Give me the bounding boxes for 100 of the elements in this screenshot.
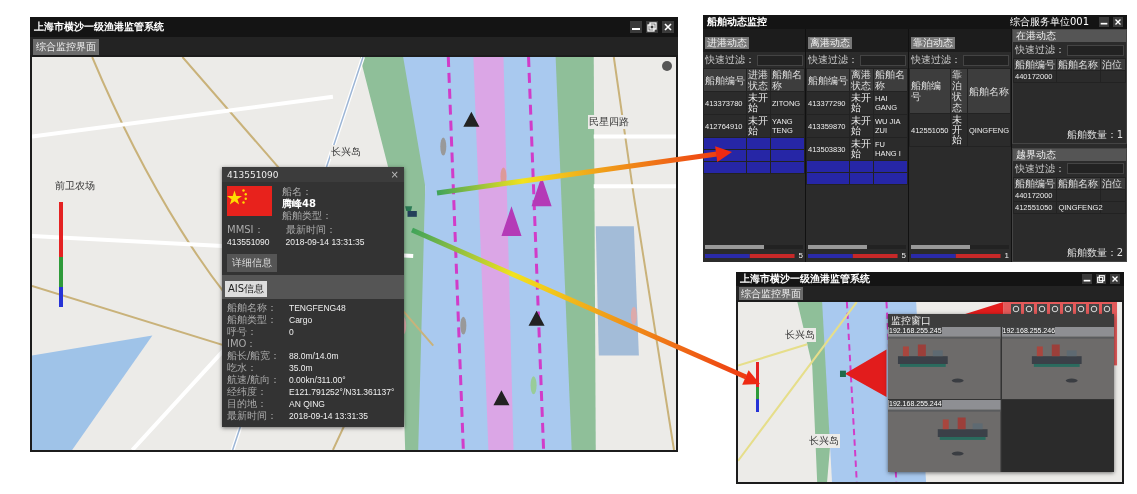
field-label: 船长/船宽： [227,350,282,362]
popup-title: 413551090 [227,169,279,180]
field-label: 航速/航向： [227,374,282,386]
minimize-icon[interactable] [630,21,642,33]
field-label: MMSI： [227,224,265,236]
toolbar-icon[interactable] [1050,304,1060,314]
map-label: 长兴岛 [330,145,362,159]
window-title: 监控窗口 [891,315,931,326]
column-header: 进港状态 [746,68,771,92]
ship-count: 5 [901,251,906,260]
filter-label: 快速过滤： [808,53,858,67]
scrollbar[interactable] [911,245,1009,249]
table-cell: 未开始 [746,91,771,115]
table-cell: 未开始 [950,113,968,147]
toolbar-icon[interactable] [1063,304,1073,314]
tab[interactable]: 综合监控界面 [739,287,803,300]
tab[interactable]: 综合监控界面 [33,39,99,55]
field-value: Cargo [289,314,314,326]
column-header: 船舶名称 [1056,177,1101,189]
column-header: 船舶名称 [1056,58,1101,71]
close-icon[interactable] [1113,17,1123,27]
status-legend-icon [911,253,1001,258]
field-value: 0 [289,326,295,338]
toolbar-icon[interactable] [1037,304,1047,314]
minimize-icon[interactable] [1099,17,1109,27]
column-header: 泊位 [1100,177,1126,189]
panel-title: 在港动态 [1016,30,1056,41]
restore-icon[interactable] [646,21,658,33]
close-icon[interactable] [1110,274,1120,284]
map-label: 长兴岛 [784,328,816,342]
column-header: 船舶编号 [909,68,951,114]
filter-field[interactable] [860,54,906,66]
close-button[interactable]: × [390,169,399,180]
table-cell: 未开始 [849,137,874,161]
camera-icon[interactable] [839,370,846,377]
map-label: 前卫农场 [54,179,96,193]
field-label: 船舶名称： [227,302,278,314]
column-header: 船舶名称 [967,68,1011,114]
column-header: 船舶编号 [1013,177,1057,189]
table-cell: 未开始 [849,114,874,138]
restore-icon[interactable] [1096,274,1106,284]
field-value: E121.791252°/N31.361137° [289,386,396,398]
map-label: 长兴岛 [808,434,840,448]
filter-label: 快速过滤： [1015,43,1065,57]
field-value: 2018-09-14 13:31:35 [285,236,365,248]
panel-tab[interactable]: 离港动态 [808,37,852,49]
field-label: 船名： [282,186,313,198]
toolbar-icon[interactable] [1089,304,1099,314]
scrollbar[interactable] [808,245,906,249]
field-label: 船舶类型： [227,314,278,326]
details-button[interactable]: 详细信息 [227,254,277,272]
minimize-icon[interactable] [1082,274,1092,284]
field-label: 船舶类型： [282,210,332,222]
column-header: 船舶编号 [1013,58,1057,71]
filter-label: 快速过滤： [1015,161,1065,176]
ship-count: 船舶数量：1 [1066,128,1123,140]
table-cell: 未开始 [746,114,771,138]
field-label: 最新时间： [227,410,278,422]
filter-field[interactable] [1067,44,1124,56]
status-legend-icon [808,253,898,258]
map-label: 民星四路 [588,115,630,129]
circle-icon[interactable] [662,61,672,71]
toolbar-icon[interactable] [1102,304,1112,314]
column-header: 船舶编号 [703,68,747,92]
field-label: 呼号： [227,326,258,338]
flag-icon [227,186,272,216]
ship-count: 船舶数量：2 [1066,247,1123,258]
filter-field[interactable] [757,54,803,66]
ship-count: 1 [1004,251,1009,260]
close-icon[interactable] [662,21,674,33]
field-value: TENGFENG48 [289,302,347,314]
unit-name: 综合服务单位001 [1009,15,1089,29]
panel-tab[interactable]: 靠泊动态 [911,37,955,49]
field-value: AN QING [289,398,326,410]
field-value: 413551090 [227,236,270,248]
field-label: 最新时间： [285,224,337,236]
ship-count: 5 [798,251,803,260]
window-title: 上海市横沙一级渔港监管系统 [34,20,164,34]
tab[interactable]: AIS信息 [225,281,268,297]
color-scale-bar [756,362,759,412]
filter-label: 快速过滤： [705,53,755,67]
field-value: 35.0m [289,362,314,374]
field-label: IMO： [227,338,258,350]
filter-field[interactable] [963,54,1009,66]
toolbar-icon[interactable] [1076,304,1086,314]
window-title: 船舶动态监控 [707,15,767,29]
status-legend-icon [705,253,795,258]
panel-title: 越界动态 [1016,148,1056,160]
column-header: 船舶编号 [806,68,850,92]
field-label: 经纬度： [227,386,268,398]
toolbar-icon[interactable] [1011,304,1021,314]
camera-icon[interactable] [404,204,418,218]
panel-tab[interactable]: 进港动态 [705,37,749,49]
ship-name: 腾峰48 [282,198,317,210]
toolbar-icon[interactable] [1024,304,1034,314]
scrollbar[interactable] [705,245,803,249]
filter-field[interactable] [1067,163,1124,174]
column-header: 泊位 [1100,58,1126,71]
field-label: 目的地： [227,398,268,410]
table-cell: 未开始 [849,91,874,115]
